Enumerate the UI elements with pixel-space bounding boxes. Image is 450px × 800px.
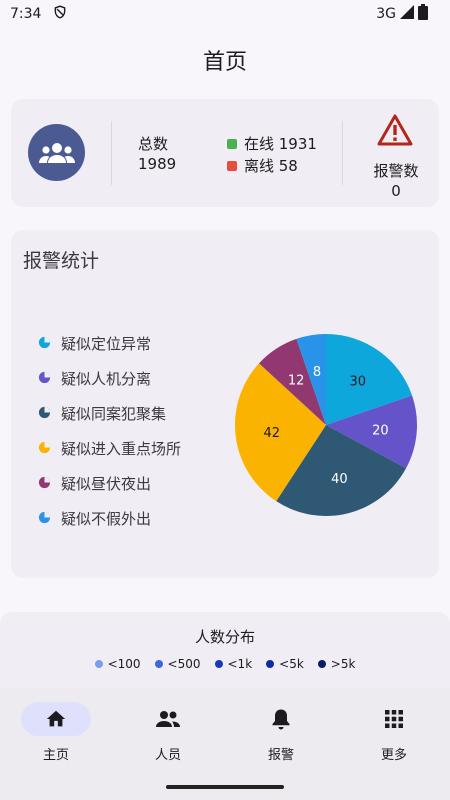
nav-label: 报警 (267, 748, 294, 763)
nav-label: 更多 (380, 748, 407, 763)
dist-legend-item: <5k (266, 657, 304, 671)
alarm-stats-title: 报警统计 (23, 250, 100, 272)
offline-status: 离线 58 (227, 155, 298, 176)
dist-legend-dot (266, 660, 275, 668)
online-label: 在线 1931 (244, 135, 317, 153)
page-title: 首页 (202, 50, 247, 75)
dist-legend-item: <1k (214, 657, 253, 671)
pie-slice-label: 12 (288, 373, 305, 388)
dist-legend-dot (154, 660, 163, 668)
legend-label: 疑似人机分离 (61, 370, 152, 388)
legend-item: 疑似同案犯聚集 (38, 396, 181, 431)
pie-slice-icon (38, 475, 51, 493)
pie-legend: 疑似定位异常 疑似人机分离 疑似同案犯聚集 疑似进入重点场所 疑似昼伏夜出 疑似… (38, 326, 181, 536)
dist-legend-label: <500 (167, 657, 201, 671)
dist-legend-label: <5k (279, 657, 304, 671)
pie-slice-label: 8 (313, 365, 321, 380)
legend-label: 疑似进入重点场所 (61, 440, 182, 458)
alarm-count-label: 报警数 (373, 162, 419, 180)
offline-indicator (227, 160, 237, 171)
people-icon[interactable] (133, 702, 203, 736)
legend-label: 疑似昼伏夜出 (61, 475, 152, 493)
legend-item: 疑似人机分离 (38, 361, 181, 396)
nav-item-people[interactable]: 人员 (112, 702, 224, 763)
signal-icon (400, 5, 414, 23)
apps-icon[interactable] (359, 702, 429, 736)
legend-label: 疑似不假外出 (61, 510, 152, 528)
people-group-icon (28, 124, 85, 181)
online-indicator (227, 138, 237, 149)
distribution-title: 人数分布 (194, 628, 255, 646)
pie-slice-icon (38, 370, 51, 388)
dist-legend-dot (214, 660, 223, 668)
pie-slice-label: 42 (264, 426, 281, 441)
pie-slice-label: 40 (331, 472, 348, 487)
legend-label: 疑似定位异常 (61, 335, 152, 353)
dist-legend-item: <100 (94, 657, 141, 671)
summary-card: 总数 1989 在线 1931 离线 58 报警数 0 (11, 99, 439, 207)
legend-item: 疑似昼伏夜出 (38, 466, 181, 501)
pie-slice-icon (38, 405, 51, 423)
legend-item: 疑似不假外出 (38, 501, 181, 536)
status-time: 7:34 (10, 6, 42, 22)
pie-slice-label: 20 (372, 424, 389, 439)
pie-slice-label: 30 (349, 375, 366, 390)
nav-item-home[interactable]: 主页 (0, 702, 112, 763)
alarm-pie-chart[interactable]: 30 20 40 42 12 8 (221, 330, 421, 520)
home-indicator[interactable] (166, 785, 284, 789)
total-value: 1989 (138, 155, 177, 173)
nav-item-alarm[interactable]: 报警 (225, 702, 337, 763)
online-status: 在线 1931 (227, 133, 317, 154)
bottom-nav: 主页 人员 报警 更多 (0, 688, 450, 800)
total-label: 总数 (138, 135, 169, 153)
dist-legend-item: >5k (317, 657, 356, 671)
dist-legend-item: <500 (154, 657, 201, 671)
nav-label: 人员 (154, 748, 181, 763)
home-icon[interactable] (21, 702, 91, 736)
pie-slice-icon (38, 335, 51, 353)
network-type: 3G (376, 6, 396, 22)
dist-legend-label: >5k (330, 657, 356, 671)
battery-icon (418, 4, 428, 24)
bell-icon[interactable] (246, 702, 316, 736)
alarm-count-value: 0 (391, 182, 401, 200)
nav-item-more[interactable]: 更多 (338, 702, 450, 763)
pie-slice-icon (38, 510, 51, 528)
legend-item: 疑似定位异常 (38, 326, 181, 361)
nav-label: 主页 (42, 748, 69, 763)
divider (111, 121, 112, 185)
alarm-stats-card: 报警统计 疑似定位异常 疑似人机分离 疑似同案犯聚集 疑似进入重点场所 疑似昼伏… (11, 230, 439, 578)
legend-item: 疑似进入重点场所 (38, 431, 181, 466)
dist-legend-dot (317, 660, 326, 668)
shield-icon (53, 5, 67, 23)
warning-icon[interactable] (376, 113, 414, 151)
dist-legend-label: <100 (107, 657, 141, 671)
distribution-legend: <100 <500 <1k <5k >5k (0, 657, 450, 671)
offline-label: 离线 58 (244, 157, 298, 175)
pie-slice-icon (38, 440, 51, 458)
legend-label: 疑似同案犯聚集 (61, 405, 167, 423)
dist-legend-label: <1k (227, 657, 253, 671)
dist-legend-dot (94, 660, 103, 668)
status-bar: 7:34 3G (0, 0, 450, 28)
